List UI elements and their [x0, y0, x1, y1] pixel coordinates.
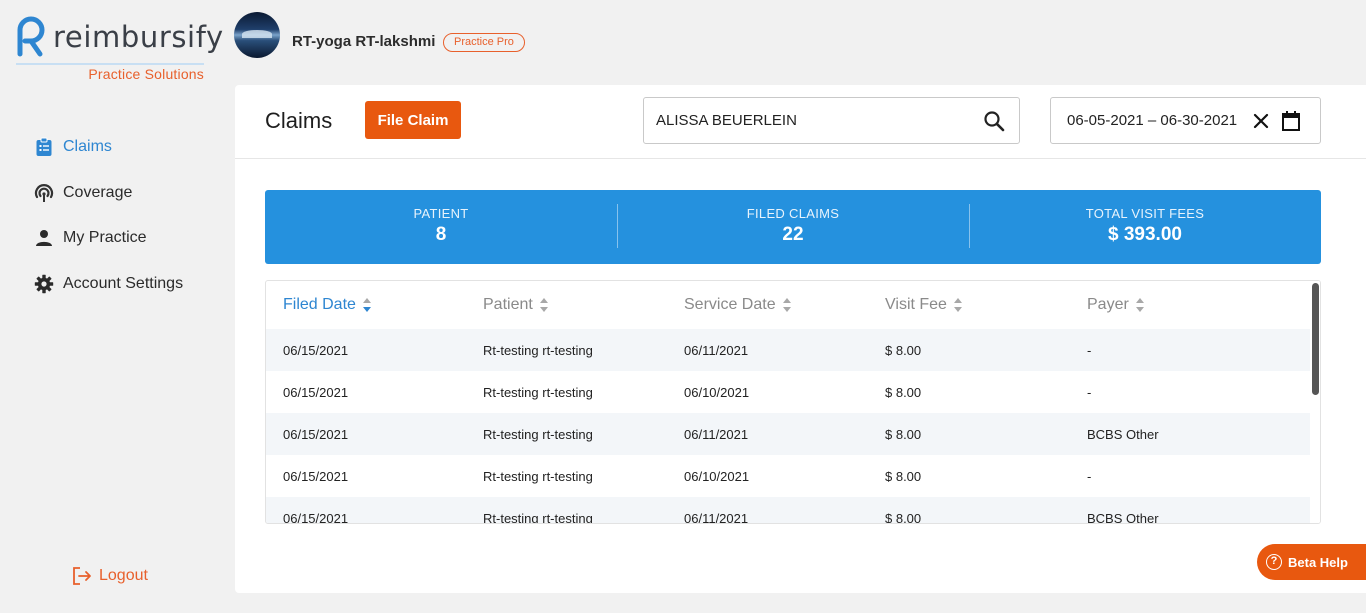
cell-visit-fee: $ 8.00	[885, 426, 922, 442]
search-input[interactable]	[656, 98, 976, 143]
stat-filed-claims: FILED CLAIMS 22	[617, 190, 969, 264]
person-icon	[34, 228, 54, 248]
cell-filed-date: 06/15/2021	[283, 384, 349, 400]
beta-help-button[interactable]: ? Beta Help	[1257, 544, 1366, 580]
sort-icon	[953, 298, 962, 312]
cell-payer: BCBS Other	[1087, 426, 1159, 442]
beta-help-label: Beta Help	[1288, 554, 1348, 570]
sidebar-item-coverage[interactable]: Coverage	[34, 181, 132, 205]
cell-visit-fee: $ 8.00	[885, 510, 922, 524]
logo-divider	[16, 63, 204, 65]
claims-panel: Claims File Claim 06-05-2021 – 06-30-202…	[235, 85, 1366, 593]
table-scrollbar[interactable]	[1310, 281, 1320, 523]
cell-filed-date: 06/15/2021	[283, 426, 349, 442]
sidebar-item-my-practice[interactable]: My Practice	[34, 226, 147, 250]
logout-icon	[72, 566, 92, 586]
cell-payer: BCBS Other	[1087, 510, 1159, 524]
cell-filed-date: 06/15/2021	[283, 342, 349, 358]
column-label: Patient	[483, 296, 533, 313]
column-label: Service Date	[684, 296, 776, 313]
cell-service-date: 06/10/2021	[684, 468, 750, 484]
patient-search[interactable]	[643, 97, 1020, 144]
claims-toolbar: Claims File Claim 06-05-2021 – 06-30-202…	[235, 85, 1366, 159]
logout-label: Logout	[99, 567, 148, 584]
stat-total-visit-fees: TOTAL VISIT FEES $ 393.00	[969, 190, 1321, 264]
sidebar-item-label: Claims	[63, 138, 112, 155]
brand-name: reimbursify	[53, 20, 224, 54]
sidebar-item-label: Coverage	[63, 184, 133, 201]
stat-patient: PATIENT 8	[265, 190, 617, 264]
table-row[interactable]: 06/15/2021 Rt-testing rt-testing 06/10/2…	[266, 371, 1312, 413]
search-icon[interactable]	[983, 110, 1005, 132]
sort-descending-icon	[362, 298, 371, 312]
plan-badge: Practice Pro	[443, 33, 525, 52]
brand-logo[interactable]: reimbursify Practice Solutions	[14, 8, 223, 84]
cell-payer: -	[1087, 384, 1092, 400]
user-name: RT-yoga RT-lakshmi	[292, 33, 436, 50]
sort-icon	[539, 298, 548, 312]
column-header-payer[interactable]: Payer	[1070, 281, 1312, 329]
cell-patient: Rt-testing rt-testing	[483, 468, 593, 484]
claims-summary: PATIENT 8 FILED CLAIMS 22 TOTAL VISIT FE…	[265, 190, 1321, 264]
table-row[interactable]: 06/15/2021 Rt-testing rt-testing 06/11/2…	[266, 413, 1312, 455]
cell-filed-date: 06/15/2021	[283, 468, 349, 484]
sort-icon	[782, 298, 791, 312]
cell-payer: -	[1087, 468, 1092, 484]
file-claim-button[interactable]: File Claim	[365, 101, 461, 139]
calendar-icon[interactable]	[1281, 110, 1301, 132]
cell-patient: Rt-testing rt-testing	[483, 510, 593, 524]
table-row[interactable]: 06/15/2021 Rt-testing rt-testing 06/11/2…	[266, 329, 1312, 371]
column-header-service-date[interactable]: Service Date	[667, 281, 868, 329]
coverage-icon	[34, 183, 54, 203]
brand-subtitle: Practice Solutions	[88, 66, 204, 82]
claims-table: Filed Date Patient Service Date Visit Fe…	[265, 280, 1321, 524]
sidebar-item-label: Account Settings	[63, 275, 184, 292]
cell-service-date: 06/10/2021	[684, 384, 750, 400]
column-label: Payer	[1087, 296, 1129, 313]
stat-value: 8	[435, 224, 447, 245]
cell-service-date: 06/11/2021	[684, 342, 749, 358]
stat-value: 22	[782, 224, 804, 245]
sidebar-item-label: My Practice	[63, 229, 147, 246]
sidebar-item-claims[interactable]: Claims	[34, 135, 112, 159]
close-icon[interactable]	[1251, 111, 1271, 131]
stat-label: TOTAL VISIT FEES	[1085, 206, 1205, 221]
sort-icon	[1135, 298, 1144, 312]
cell-visit-fee: $ 8.00	[885, 468, 922, 484]
cell-patient: Rt-testing rt-testing	[483, 342, 593, 358]
date-range-value: 06-05-2021 – 06-30-2021	[1067, 112, 1238, 129]
cell-patient: Rt-testing rt-testing	[483, 384, 593, 400]
table-header: Filed Date Patient Service Date Visit Fe…	[266, 281, 1312, 329]
help-icon: ?	[1266, 554, 1282, 570]
cell-filed-date: 06/15/2021	[283, 510, 349, 524]
cell-patient: Rt-testing rt-testing	[483, 426, 593, 442]
cell-service-date: 06/11/2021	[684, 510, 749, 524]
page-title: Claims	[265, 108, 333, 133]
table-row[interactable]: 06/15/2021 Rt-testing rt-testing 06/11/2…	[266, 497, 1312, 524]
clipboard-icon	[34, 137, 54, 157]
scrollbar-thumb[interactable]	[1312, 283, 1319, 395]
date-range-picker[interactable]: 06-05-2021 – 06-30-2021	[1050, 97, 1321, 144]
column-label: Visit Fee	[885, 296, 947, 313]
sidebar-item-account-settings[interactable]: Account Settings	[34, 272, 183, 296]
column-header-filed-date[interactable]: Filed Date	[266, 281, 466, 329]
avatar[interactable]	[234, 12, 280, 58]
column-header-patient[interactable]: Patient	[466, 281, 667, 329]
cell-service-date: 06/11/2021	[684, 426, 749, 442]
column-label: Filed Date	[283, 296, 356, 313]
table-body: 06/15/2021 Rt-testing rt-testing 06/11/2…	[266, 329, 1312, 524]
stat-label: PATIENT	[413, 206, 469, 221]
reimbursify-logo-icon	[17, 16, 45, 57]
column-header-visit-fee[interactable]: Visit Fee	[868, 281, 1070, 329]
gear-icon	[34, 274, 54, 294]
cell-payer: -	[1087, 342, 1092, 358]
table-row[interactable]: 06/15/2021 Rt-testing rt-testing 06/10/2…	[266, 455, 1312, 497]
cell-visit-fee: $ 8.00	[885, 342, 922, 358]
stat-label: FILED CLAIMS	[746, 206, 840, 221]
stat-value: $ 393.00	[1108, 224, 1182, 245]
logout-link[interactable]: Logout	[72, 566, 148, 586]
cell-visit-fee: $ 8.00	[885, 384, 922, 400]
